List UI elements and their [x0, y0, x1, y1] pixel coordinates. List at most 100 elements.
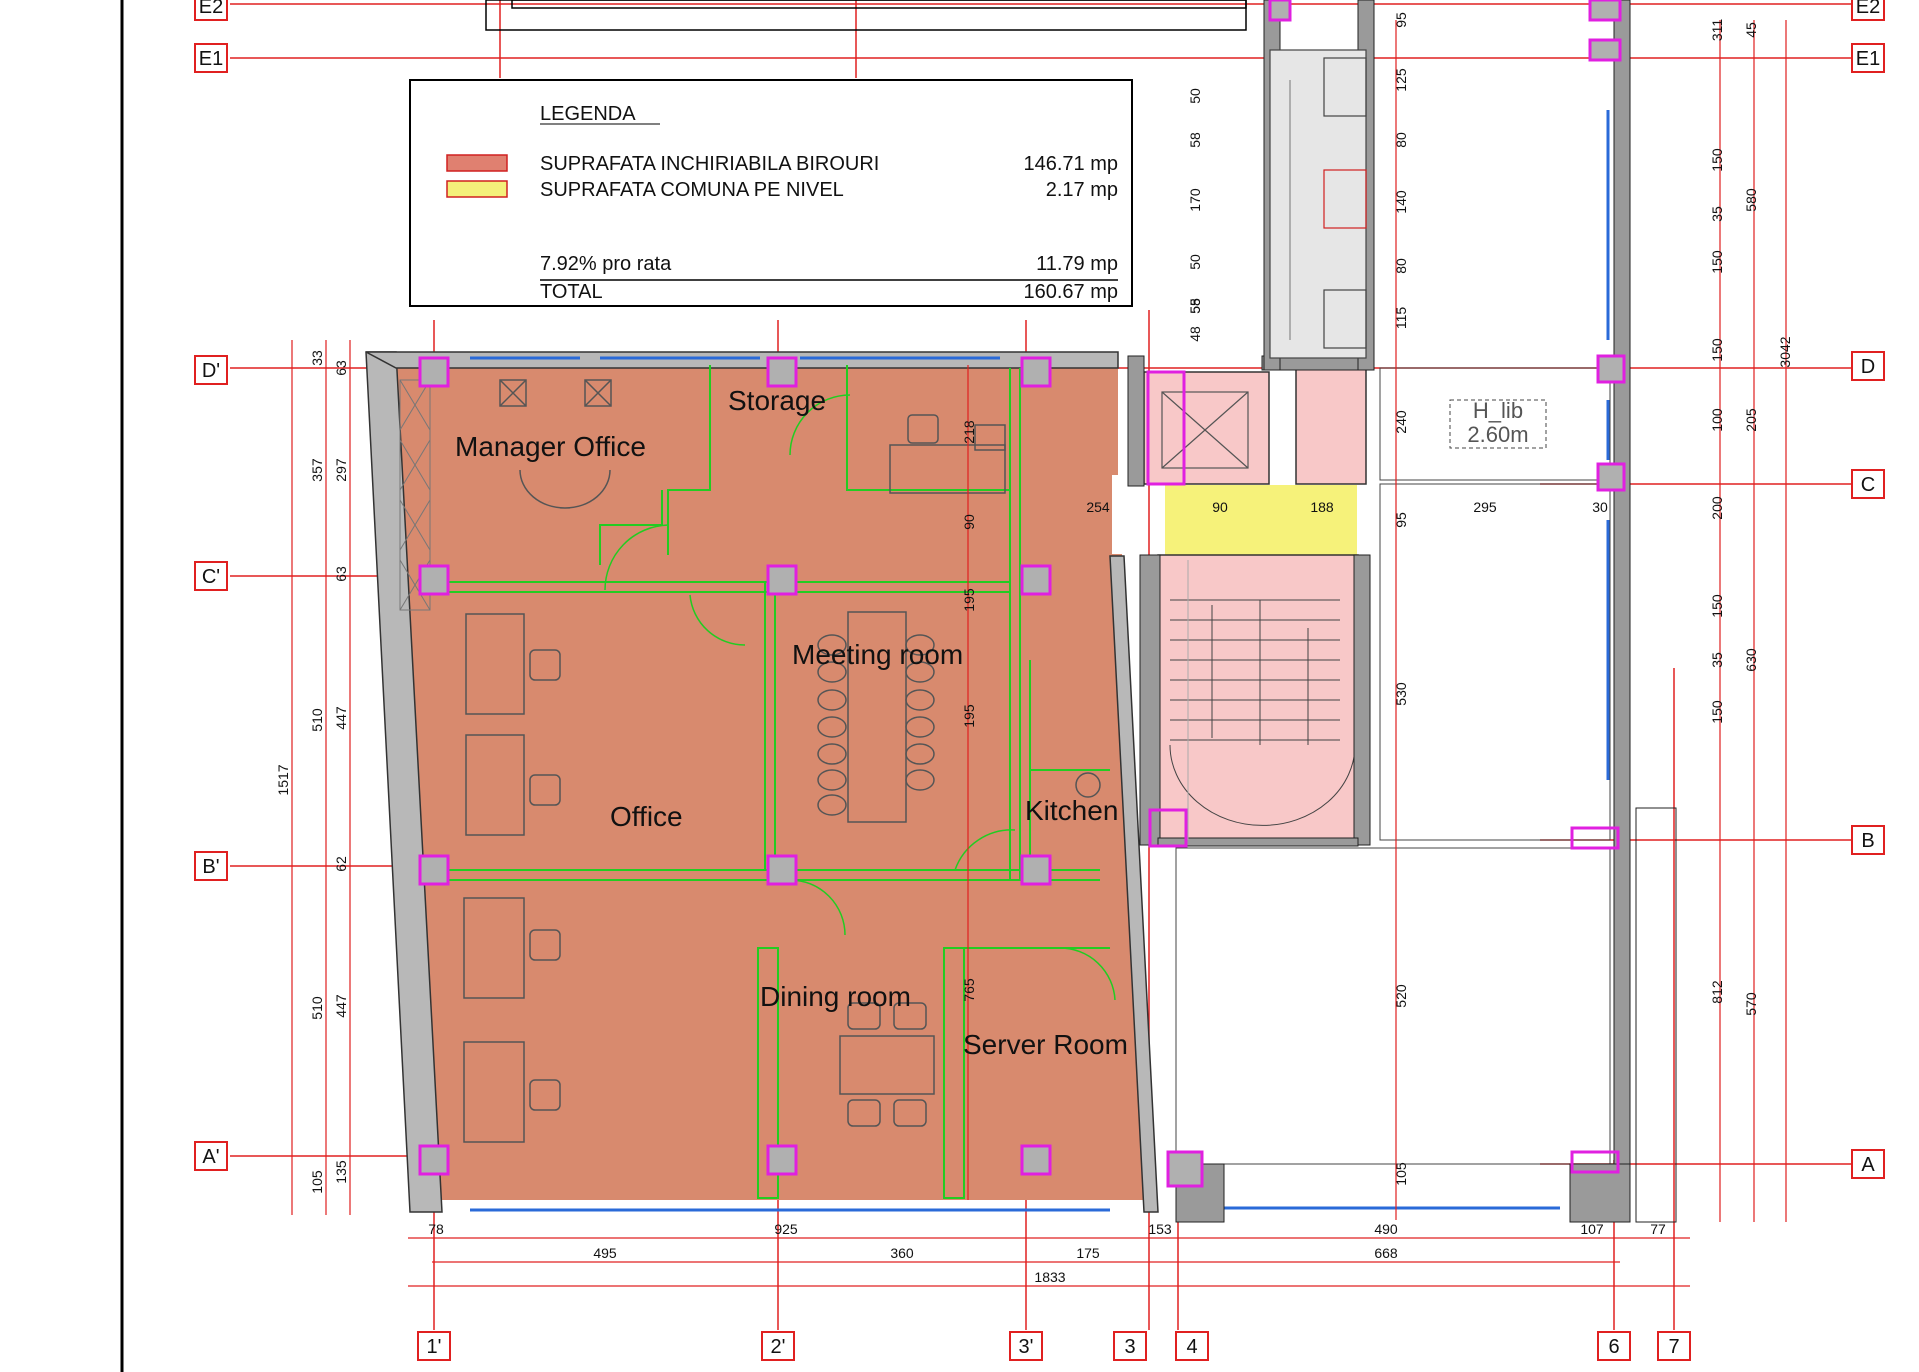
dim-right: 150 — [1709, 700, 1725, 724]
grid-label-c: C — [1861, 474, 1875, 496]
grid-label-b: B — [1861, 830, 1874, 852]
legend-swatch-office — [446, 154, 508, 172]
wc-block — [1269, 49, 1367, 359]
grid-label-7: 7 — [1668, 1336, 1679, 1358]
dim-core: 115 — [1393, 307, 1409, 330]
dim-core: 170 — [1187, 188, 1203, 212]
dim-left: 297 — [333, 458, 349, 482]
room-label-kitchen: Kitchen — [1025, 795, 1118, 826]
dim-bottom: 925 — [774, 1221, 798, 1237]
dim-bottom: 78 — [428, 1221, 444, 1237]
dim-bottom: 175 — [1076, 1245, 1100, 1261]
room-label-dining-room: Dining room — [760, 981, 911, 1012]
dim-right: 100 — [1709, 408, 1725, 432]
dim-right: 150 — [1709, 148, 1725, 172]
office-rentable-area — [372, 362, 1150, 1200]
dim-right: 35 — [1709, 652, 1725, 668]
dim-vertical: 195 — [961, 704, 977, 728]
dim-bottom: 490 — [1374, 1221, 1398, 1237]
dim-mid: 254 — [1086, 499, 1110, 515]
dim-right: 630 — [1743, 648, 1759, 672]
dim-mid: 188 — [1310, 499, 1334, 515]
room-label-meeting-room: Meeting room — [792, 639, 963, 670]
dim-core: 95 — [1393, 12, 1409, 28]
legend-row-value: 2.17 mp — [1046, 179, 1118, 201]
grid-label-1-prime: 1' — [427, 1336, 442, 1358]
dim-core: 48 — [1187, 326, 1203, 342]
common-corridor — [1165, 485, 1357, 555]
grid-label-3: 3 — [1124, 1336, 1135, 1358]
dim-left: 447 — [333, 994, 349, 1018]
dim-left: 510 — [309, 708, 325, 732]
dim-bottom: 360 — [890, 1245, 914, 1261]
dim-vertical: 195 — [961, 588, 977, 612]
dim-right: 200 — [1709, 496, 1725, 520]
grid-label-6: 6 — [1608, 1336, 1619, 1358]
dim-bottom: 77 — [1650, 1221, 1666, 1237]
dim-right: 45 — [1743, 22, 1759, 38]
dim-mid: 90 — [1212, 499, 1228, 515]
dim-core: 58 — [1187, 132, 1203, 148]
dim-left: 33 — [309, 350, 325, 366]
dim-core: 80 — [1393, 258, 1409, 274]
legend-row-label: SUPRAFATA COMUNA PE NIVEL — [540, 179, 844, 201]
grid-label-b-prime: B' — [202, 856, 219, 878]
dim-core: 140 — [1393, 190, 1409, 214]
grid-label-d-prime: D' — [202, 360, 220, 382]
dim-bottom-total: 1833 — [1034, 1269, 1065, 1285]
dim-core: 520 — [1393, 984, 1409, 1008]
dim-left: 105 — [309, 1170, 325, 1194]
dim-mid: 295 — [1473, 499, 1497, 515]
legend-prorata-value: 11.79 mp — [1036, 253, 1118, 275]
dim-left: 63 — [333, 360, 349, 376]
legend-total-label: TOTAL — [540, 281, 603, 303]
dim-left: 357 — [309, 458, 325, 482]
grid-label-e1: E1 — [199, 48, 223, 70]
dim-left: 62 — [333, 856, 349, 872]
dim-core: 55 — [1187, 298, 1203, 314]
legend-total-value: 160.67 mp — [1023, 281, 1118, 303]
dim-left: 447 — [333, 706, 349, 730]
legend-row-value: 146.71 mp — [1023, 153, 1118, 175]
floor-plan-drawing: LEGENDA SUPRAFATA INCHIRIABILA BIROURI 146… — [0, 0, 1919, 1372]
dim-core: 80 — [1393, 132, 1409, 148]
dim-right: 580 — [1743, 188, 1759, 212]
room-label-manager-office: Manager Office — [455, 431, 646, 462]
room-label-office: Office — [610, 801, 683, 832]
dim-left: 63 — [333, 566, 349, 582]
dim-bottom: 107 — [1580, 1221, 1604, 1237]
dim-right: 35 — [1709, 206, 1725, 222]
dim-core: 95 — [1393, 512, 1409, 528]
grid-label-e2-right: E2 — [1856, 0, 1880, 18]
grid-label-a: A — [1861, 1154, 1875, 1176]
dim-core: 50 — [1187, 88, 1203, 104]
dim-right: 570 — [1743, 992, 1759, 1016]
dim-right: 205 — [1743, 408, 1759, 432]
room-label-storage: Storage — [728, 385, 826, 416]
grid-label-c-prime: C' — [202, 566, 220, 588]
dim-left: 135 — [333, 1160, 349, 1184]
legend-swatch-common — [446, 180, 508, 198]
dim-left-total: 1517 — [275, 764, 291, 795]
dim-bottom: 495 — [593, 1245, 617, 1261]
dim-core: 125 — [1393, 68, 1409, 92]
dim-right: 150 — [1709, 250, 1725, 274]
height-tag-line1: H_lib — [1473, 398, 1523, 423]
dim-right-total: 3042 — [1777, 336, 1793, 367]
legend-title: LEGENDA — [540, 103, 636, 125]
height-tag-line2: 2.60m — [1467, 422, 1528, 447]
dim-vertical: 90 — [961, 514, 977, 530]
legend-row-label: SUPRAFATA INCHIRIABILA BIROURI — [540, 153, 879, 175]
grid-label-3-prime: 3' — [1019, 1336, 1034, 1358]
grid-label-e2: E2 — [199, 0, 223, 18]
dim-bottom: 153 — [1148, 1221, 1172, 1237]
dim-right: 150 — [1709, 594, 1725, 618]
dim-core: 50 — [1187, 254, 1203, 270]
dim-right: 150 — [1709, 338, 1725, 362]
dim-right-812: 812 — [1709, 980, 1725, 1004]
dim-core: 240 — [1393, 410, 1409, 434]
grid-label-e1-right: E1 — [1856, 48, 1880, 70]
legend-prorata-label: 7.92% pro rata — [540, 253, 672, 275]
dim-vertical: 765 — [961, 978, 977, 1002]
grid-label-4: 4 — [1186, 1336, 1197, 1358]
